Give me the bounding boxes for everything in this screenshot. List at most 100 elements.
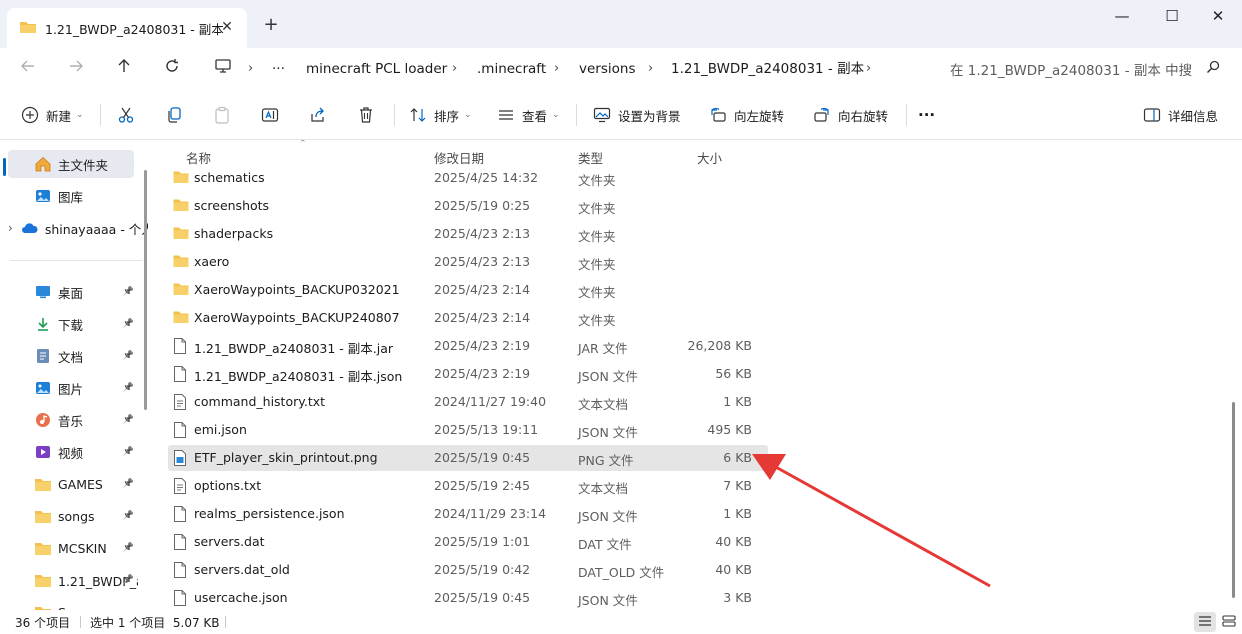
search-input[interactable]: 在 1.21_BWDP_a2408031 - 副本 中搜索 — [942, 59, 1192, 79]
close-window-button[interactable]: ✕ — [1206, 6, 1230, 26]
file-row[interactable]: 1.21_BWDP_a2408031 - 副本.json 2025/4/23 2:… — [168, 361, 768, 387]
chevron-right-icon[interactable]: › — [648, 56, 653, 82]
close-tab-icon[interactable]: ✕ — [217, 17, 237, 37]
delete-button[interactable] — [356, 103, 382, 127]
chevron-right-icon[interactable]: › — [452, 56, 457, 82]
sidebar-item-pinned[interactable]: 文档 📌 — [8, 342, 142, 370]
file-icon — [173, 562, 189, 578]
file-row[interactable]: usercache.json 2025/5/19 0:45 JSON 文件 3 KB — [168, 585, 768, 610]
sidebar-item-onedrive[interactable]: › shinayaaaa - 个人 — [8, 214, 148, 242]
sidebar-item-pinned[interactable]: 图片 📌 — [8, 374, 142, 402]
tiles-view-button[interactable] — [1218, 612, 1240, 632]
maximize-button[interactable]: ☐ — [1160, 6, 1184, 26]
sidebar-item-home[interactable]: 主文件夹 — [8, 150, 134, 178]
pin-icon[interactable]: 📌 — [123, 415, 134, 425]
pin-icon[interactable]: 📌 — [123, 511, 134, 521]
sort-button[interactable]: 排序 ⌄ — [408, 103, 472, 127]
breadcrumb-item[interactable]: minecraft PCL loader — [306, 56, 447, 82]
breadcrumb-item[interactable]: .minecraft — [477, 56, 546, 82]
file-row[interactable]: schematics 2025/4/25 14:32 文件夹 — [168, 165, 768, 191]
sidebar-item-pinned[interactable]: songs 📌 — [8, 502, 142, 530]
file-row[interactable]: servers.dat_old 2025/5/19 0:42 DAT_OLD 文件 4… — [168, 557, 768, 583]
paste-button[interactable] — [212, 103, 238, 127]
sidebar-item-pinned[interactable]: 桌面 📌 — [8, 278, 142, 306]
chevron-right-icon[interactable]: › — [554, 56, 559, 82]
more-options-button[interactable]: ··· — [918, 103, 935, 127]
new-tab-button[interactable]: + — [260, 14, 282, 36]
breadcrumb-item[interactable]: 1.21_BWDP_a2408031 - 副本 — [671, 56, 864, 82]
file-row[interactable]: XaeroWaypoints_BACKUP032021 2025/4/23 2:1… — [168, 277, 768, 303]
search-box[interactable]: 在 1.21_BWDP_a2408031 - 副本 中搜索 — [942, 54, 1232, 84]
file-row[interactable]: screenshots 2025/5/19 0:25 文件夹 — [168, 193, 768, 219]
cut-button[interactable] — [116, 103, 142, 127]
sidebar-item-pinned[interactable]: 音乐 📌 — [8, 406, 142, 434]
pin-icon[interactable]: 📌 — [123, 383, 134, 393]
file-row[interactable]: servers.dat 2025/5/19 1:01 DAT 文件 40 KB — [168, 529, 768, 555]
file-row[interactable]: shaderpacks 2025/4/23 2:13 文件夹 — [168, 221, 768, 247]
sort-ascending-icon: ⌃ — [299, 140, 307, 149]
picture-icon — [34, 379, 52, 397]
rotate-left-label: 向左旋转 — [734, 108, 785, 124]
file-type: DAT 文件 — [578, 537, 632, 552]
tab-current[interactable]: 1.21_BWDP_a2408031 - 副本 ✕ — [7, 8, 247, 48]
forward-arrow-icon[interactable] — [64, 57, 88, 81]
sidebar-item-pinned[interactable]: 下载 📌 — [8, 310, 142, 338]
back-arrow-icon[interactable] — [16, 57, 40, 81]
file-type: 文件夹 — [578, 285, 616, 300]
rename-button[interactable] — [260, 103, 286, 127]
file-row[interactable]: XaeroWaypoints_BACKUP240807 2025/4/23 2:1… — [168, 305, 768, 331]
image-file-icon — [173, 450, 189, 466]
file-row-selected[interactable]: ETF_player_skin_printout.png 2025/5/19 0:… — [168, 445, 768, 471]
details-view-button[interactable] — [1194, 612, 1216, 632]
breadcrumb-item[interactable]: versions — [579, 56, 635, 82]
sidebar-scrollbar[interactable] — [144, 170, 147, 410]
copy-button[interactable] — [164, 103, 190, 127]
file-name: XaeroWaypoints_BACKUP032021 — [194, 282, 400, 297]
chevron-right-icon[interactable]: › — [866, 56, 871, 82]
new-button[interactable]: 新建 ⌄ — [20, 103, 84, 127]
up-arrow-icon[interactable] — [112, 57, 136, 81]
tiles-view-icon — [1222, 614, 1236, 630]
file-size: 7 KB — [723, 478, 752, 493]
file-row[interactable]: emi.json 2025/5/13 19:11 JSON 文件 495 KB — [168, 417, 768, 443]
sort-icon — [408, 105, 428, 125]
file-row[interactable]: realms_persistence.json 2024/11/29 23:14 J… — [168, 501, 768, 527]
share-button[interactable] — [308, 103, 334, 127]
file-name: xaero — [194, 254, 230, 269]
file-name: shaderpacks — [194, 226, 274, 241]
sidebar-item-gallery[interactable]: 图库 — [8, 182, 148, 210]
chevron-right-icon[interactable]: › — [248, 56, 253, 82]
file-row[interactable]: 1.21_BWDP_a2408031 - 副本.jar 2025/4/23 2:1… — [168, 333, 768, 359]
file-name: 1.21_BWDP_a2408031 - 副本.json — [194, 369, 403, 384]
sidebar-item-pinned[interactable]: 视频 📌 — [8, 438, 142, 466]
sidebar-item-pinned[interactable]: S — [8, 598, 142, 610]
rotate-right-button[interactable]: 向右旋转 — [812, 103, 888, 127]
breadcrumb-more[interactable]: ··· — [272, 56, 285, 82]
chevron-right-icon[interactable]: › — [8, 221, 13, 235]
pin-icon[interactable]: 📌 — [123, 319, 134, 329]
file-row[interactable]: options.txt 2025/5/19 2:45 文本文档 7 KB — [168, 473, 768, 499]
details-pane-button[interactable]: 详细信息 — [1142, 103, 1218, 127]
pin-icon[interactable]: 📌 — [123, 575, 134, 585]
file-row[interactable]: xaero 2025/4/23 2:13 文件夹 — [168, 249, 768, 275]
minimize-button[interactable]: — — [1110, 6, 1134, 26]
folder-icon — [34, 539, 52, 557]
view-button[interactable]: 查看 ⌄ — [496, 103, 560, 127]
pin-icon[interactable]: 📌 — [123, 543, 134, 553]
set-background-button[interactable]: 设置为背景 — [592, 103, 681, 127]
pin-icon[interactable]: 📌 — [123, 351, 134, 361]
search-icon[interactable] — [1206, 60, 1220, 78]
pin-icon[interactable]: 📌 — [123, 447, 134, 457]
pin-icon[interactable]: 📌 — [123, 479, 134, 489]
file-list-scrollbar[interactable] — [1232, 402, 1235, 598]
refresh-icon[interactable] — [160, 57, 184, 81]
sidebar-item-pinned[interactable]: 1.21_BWDP_a2408031 - 副本📌 — [8, 566, 142, 594]
computer-icon[interactable] — [211, 57, 235, 81]
sidebar-item-pinned[interactable]: GAMES 📌 — [8, 470, 142, 498]
rotate-left-button[interactable]: 向左旋转 — [708, 103, 784, 127]
pin-icon[interactable]: 📌 — [123, 287, 134, 297]
file-row[interactable]: command_history.txt 2024/11/27 19:40 文本文档 1… — [168, 389, 768, 415]
file-icon — [173, 534, 189, 550]
sidebar-item-pinned[interactable]: MCSKIN 📌 — [8, 534, 142, 562]
sidebar-item-label: 图片 — [58, 381, 84, 397]
